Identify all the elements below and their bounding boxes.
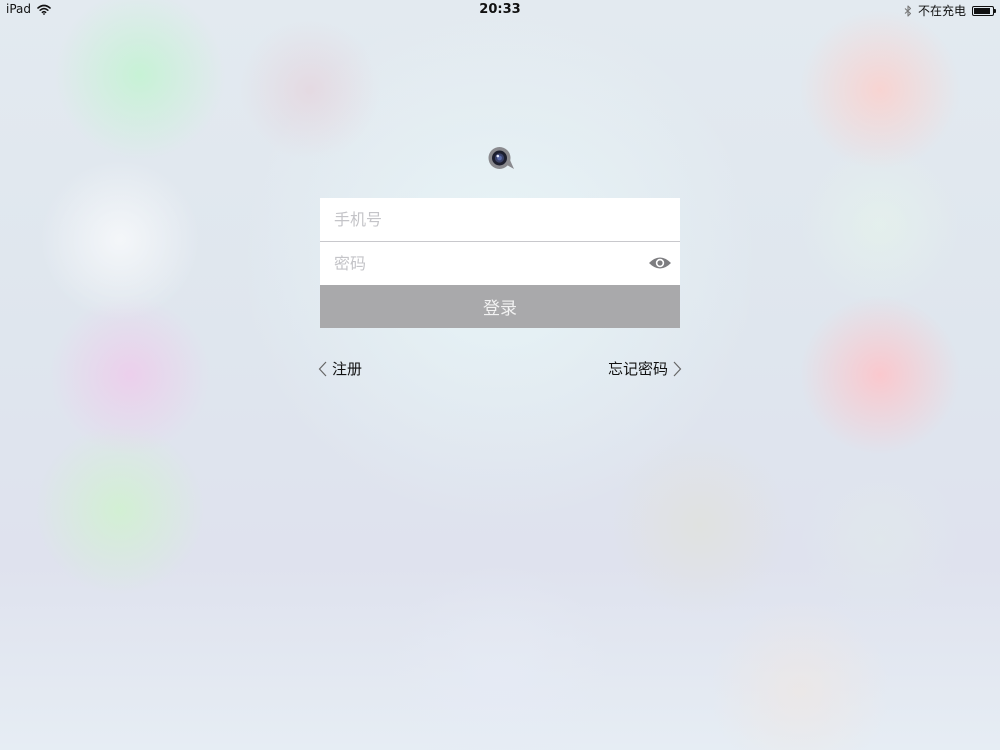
register-link[interactable]: 注册	[318, 358, 362, 379]
camera-lens-logo-icon	[488, 147, 514, 169]
battery-icon	[972, 5, 996, 16]
chevron-left-icon	[318, 361, 327, 376]
chevron-right-icon	[673, 361, 682, 376]
status-bar: iPad 20:33 不在充电	[0, 0, 1000, 20]
phone-field	[320, 198, 680, 241]
login-form: 登录	[320, 198, 680, 328]
password-input[interactable]	[320, 242, 680, 285]
bluetooth-icon	[904, 4, 912, 17]
password-field	[320, 241, 680, 285]
charging-status: 不在充电	[917, 4, 966, 18]
forgot-password-label: 忘记密码	[607, 360, 668, 378]
forgot-password-link[interactable]: 忘记密码	[608, 358, 682, 379]
battery-level-fill	[974, 7, 991, 14]
status-bar-right: 不在充电	[904, 2, 996, 19]
eye-icon[interactable]	[648, 253, 672, 273]
blurred-background	[0, 0, 1000, 750]
status-time: 20:33	[479, 2, 521, 17]
phone-number-input[interactable]	[320, 198, 680, 241]
login-button[interactable]: 登录	[320, 285, 680, 328]
register-label: 注册	[332, 360, 363, 378]
